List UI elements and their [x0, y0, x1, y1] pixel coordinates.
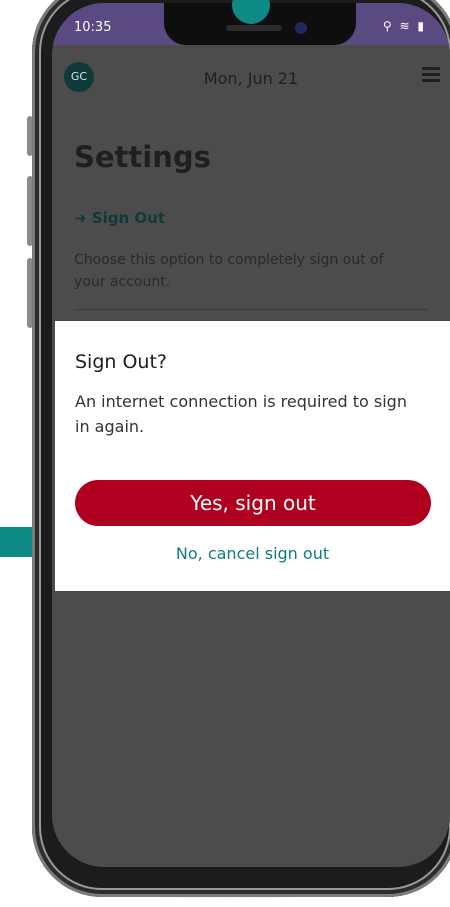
signout-dialog: Sign Out? An internet connection is requ… — [55, 321, 450, 591]
page-title: Settings — [74, 140, 211, 174]
status-icons: ⚲ ≋ ▮ — [382, 19, 426, 33]
settings-signout-description: Choose this option to completely sign ou… — [74, 252, 384, 290]
confirm-signout-button[interactable]: Yes, sign out — [75, 480, 431, 526]
status-time: 10:35 — [74, 20, 112, 35]
phone-screen: 10:35 ⚲ ≋ ▮ GC Mon, Jun 21 Settings ➜ Si… — [52, 3, 450, 867]
cancel-signout-link[interactable]: No, cancel sign out — [55, 544, 450, 563]
decorative-teal-tab — [0, 527, 36, 557]
dialog-message: An internet connection is required to si… — [75, 392, 407, 436]
notch-speaker — [226, 25, 282, 31]
divider — [74, 309, 428, 310]
hamburger-menu-icon[interactable] — [422, 67, 440, 83]
settings-signout-link[interactable]: ➜ Sign Out — [74, 209, 165, 227]
signout-icon: ➜ — [74, 209, 87, 227]
settings-signout-label: Sign Out — [91, 209, 165, 227]
dialog-title: Sign Out? — [75, 351, 168, 373]
notch-camera — [295, 22, 307, 34]
app-bar: GC Mon, Jun 21 — [52, 45, 450, 101]
header-date: Mon, Jun 21 — [203, 69, 299, 88]
